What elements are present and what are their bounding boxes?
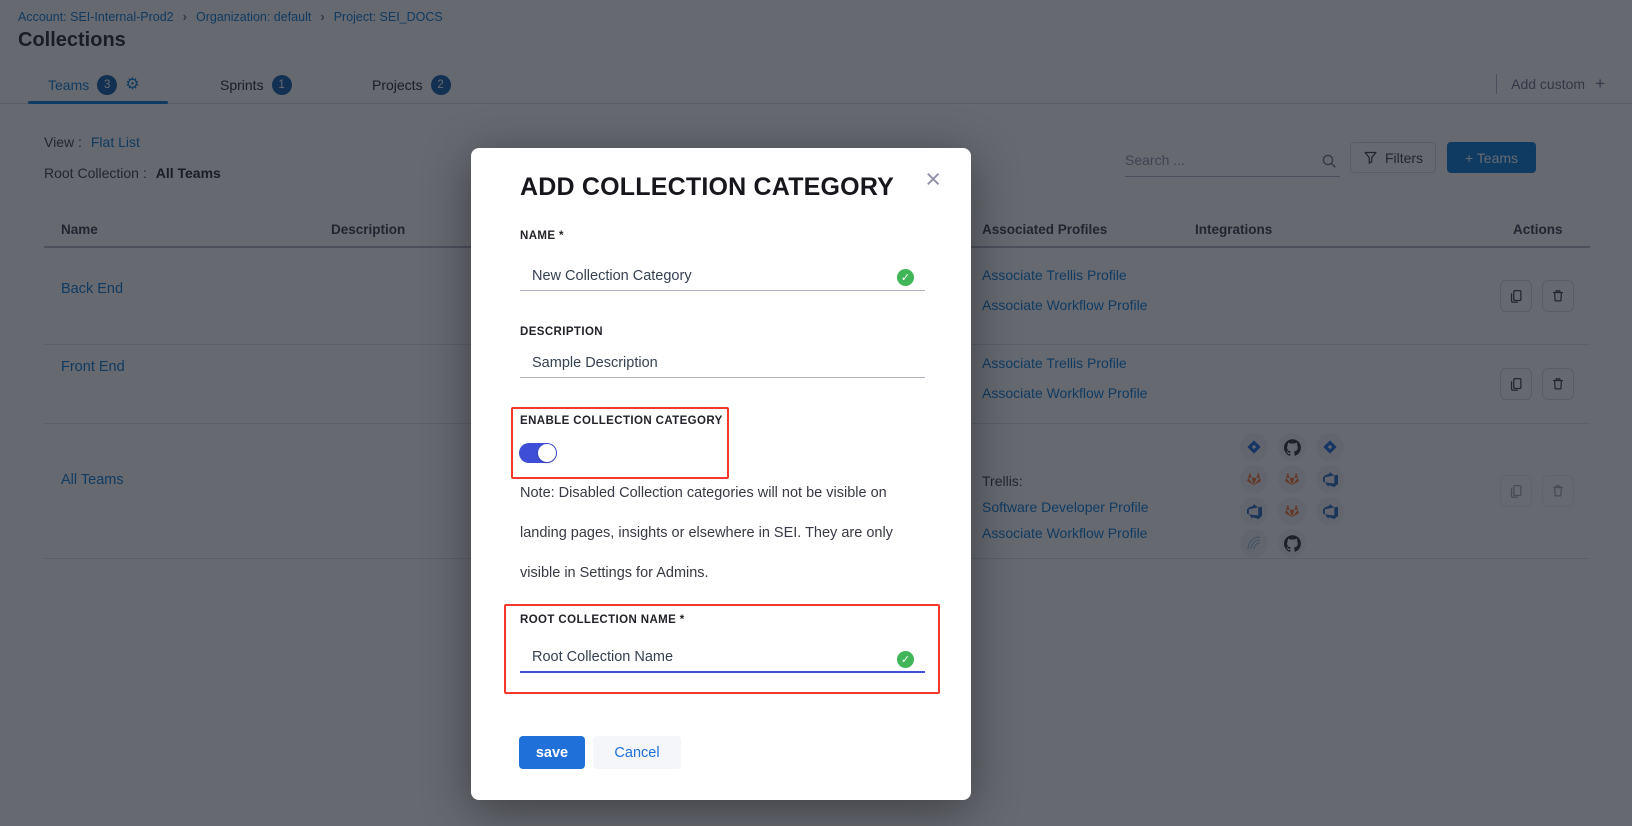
root-collection-name-input[interactable]	[520, 643, 925, 673]
note-text: Note: Disabled Collection categories wil…	[520, 473, 915, 593]
enable-collection-category-toggle[interactable]	[519, 443, 557, 463]
name-label: NAME *	[520, 230, 564, 242]
save-button[interactable]: save	[519, 736, 585, 769]
cancel-button[interactable]: Cancel	[593, 736, 681, 769]
description-input[interactable]	[520, 348, 925, 378]
root-collection-name-label: ROOT COLLECTION NAME *	[520, 614, 685, 626]
valid-check-icon: ✓	[897, 651, 914, 668]
description-label: DESCRIPTION	[520, 326, 603, 338]
toggle-knob	[538, 444, 556, 462]
add-collection-category-modal: × ADD COLLECTION CATEGORY NAME * ✓ DESCR…	[471, 148, 971, 800]
valid-check-icon: ✓	[897, 269, 914, 286]
enable-collection-category-label: ENABLE COLLECTION CATEGORY	[520, 415, 723, 427]
close-icon[interactable]: ×	[925, 166, 941, 193]
name-input[interactable]	[520, 261, 925, 291]
modal-title: ADD COLLECTION CATEGORY	[520, 173, 894, 202]
